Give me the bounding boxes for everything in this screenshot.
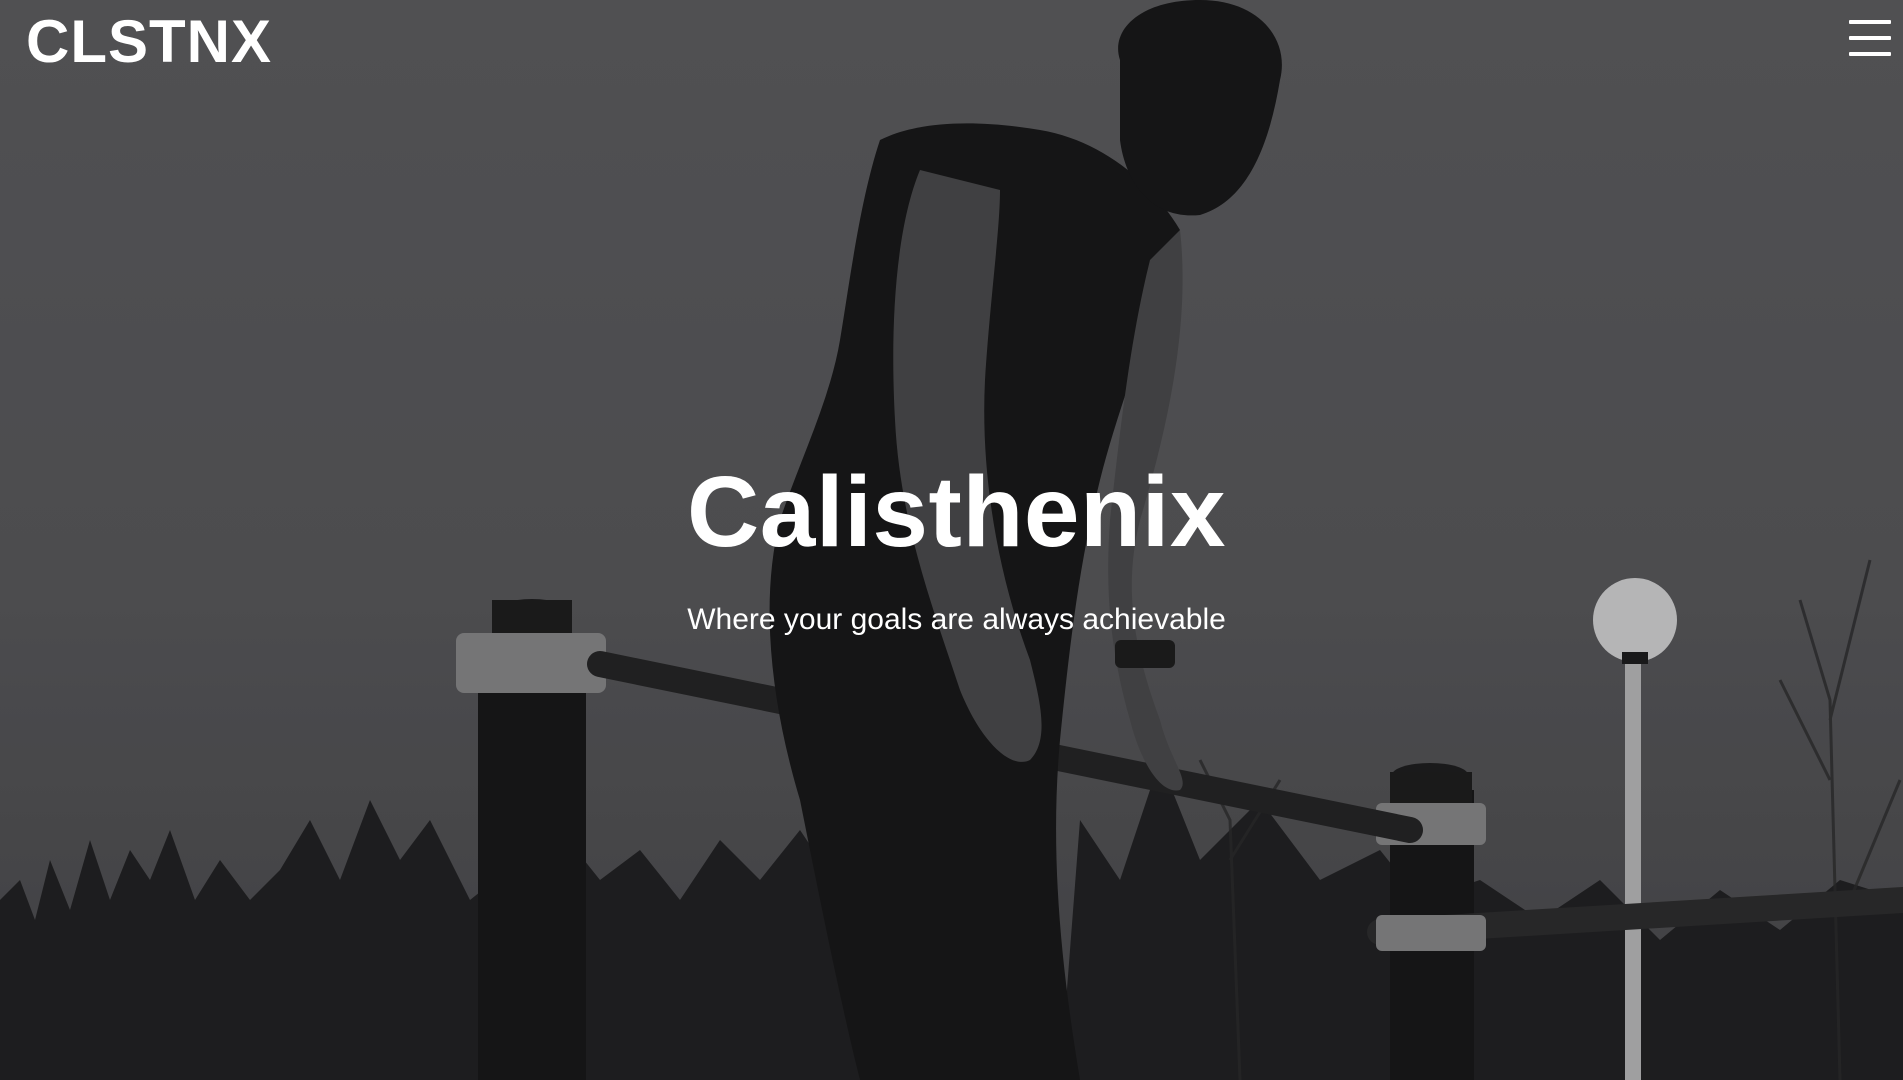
menu-line [1849,20,1891,24]
menu-line [1849,52,1891,56]
brand-logo[interactable]: CLSTNX [26,12,272,72]
menu-line [1849,36,1891,40]
hero-title: Calisthenix [687,456,1226,568]
hero-subtitle: Where your goals are always achievable [687,603,1226,636]
hero-section: CLSTNX Calisthenix Where your goals are … [0,0,1903,1080]
hero-content: Calisthenix Where your goals are always … [0,462,1903,635]
hamburger-menu-icon[interactable] [1849,20,1891,56]
